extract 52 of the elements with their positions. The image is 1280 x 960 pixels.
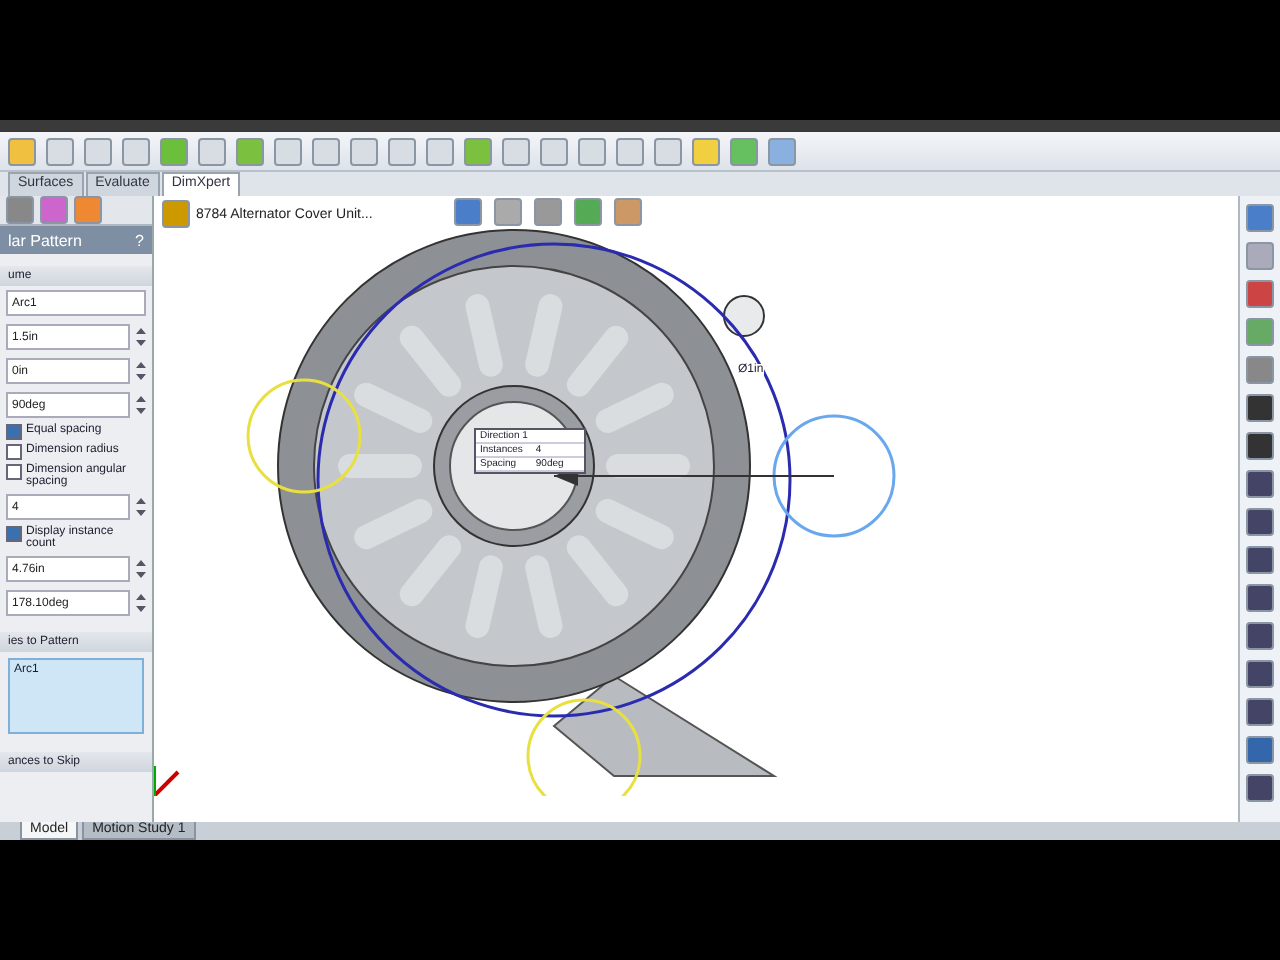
view-toolbar-icon[interactable]: [534, 198, 562, 226]
sketch-tool-icon[interactable]: [1246, 546, 1274, 574]
sketch-tool-icon[interactable]: [1246, 470, 1274, 498]
sketch-tool-icon[interactable]: [1246, 622, 1274, 650]
toolbar-icon[interactable]: [654, 137, 682, 165]
checkbox[interactable]: [6, 526, 22, 542]
spin-icon[interactable]: [136, 594, 146, 612]
sketch-tool-icon[interactable]: [1246, 584, 1274, 612]
view-toolbar-icon[interactable]: [614, 198, 642, 226]
spin-icon[interactable]: [136, 362, 146, 380]
toolbar-icon[interactable]: [350, 137, 378, 165]
sketch-tool-icon[interactable]: [1246, 736, 1274, 764]
toolbar-icon[interactable]: [388, 137, 416, 165]
spin-icon[interactable]: [136, 396, 146, 414]
sketch-tool-icon[interactable]: [1246, 508, 1274, 536]
panel-tab-icon[interactable]: [40, 196, 68, 224]
toolbar-icon[interactable]: [160, 137, 188, 165]
toolbar-icon[interactable]: [274, 137, 302, 165]
toolbar-icon[interactable]: [502, 137, 530, 165]
panel-title: lar Pattern: [8, 231, 82, 249]
toolbar-icon[interactable]: [464, 137, 492, 165]
checkbox[interactable]: [6, 444, 22, 460]
sketch-tool-icon[interactable]: [1246, 394, 1274, 422]
spin-icon[interactable]: [136, 498, 146, 516]
view-toolbar-icon[interactable]: [454, 198, 482, 226]
toolbar-icon[interactable]: [122, 137, 150, 165]
spin-icon[interactable]: [136, 560, 146, 578]
sketch-tool-icon[interactable]: [1246, 774, 1274, 802]
toolbar-icon[interactable]: [768, 137, 796, 165]
toolbar-icon[interactable]: [236, 137, 264, 165]
toolbar-icon[interactable]: [84, 137, 112, 165]
toolbar-icon[interactable]: [540, 137, 568, 165]
sketch-tool-icon[interactable]: [1246, 660, 1274, 688]
toolbar-icon[interactable]: [578, 137, 606, 165]
toolbar-icon[interactable]: [8, 137, 36, 165]
triad-icon: [154, 766, 180, 796]
sketch-tool-icon[interactable]: [1246, 432, 1274, 460]
toolbar-icon[interactable]: [730, 137, 758, 165]
toolbar-icon[interactable]: [46, 137, 74, 165]
view-toolbar-icon[interactable]: [494, 198, 522, 226]
toolbar-icon[interactable]: [616, 137, 644, 165]
checkbox[interactable]: [6, 424, 22, 440]
toolbar-icon[interactable]: [312, 137, 340, 165]
part-icon: [162, 200, 190, 228]
sketch-tool-icon[interactable]: [1246, 698, 1274, 726]
spin-icon[interactable]: [136, 328, 146, 346]
view-toolbar-icon[interactable]: [574, 198, 602, 226]
toolbar-icon[interactable]: [692, 137, 720, 165]
toolbar-icon[interactable]: [198, 137, 226, 165]
toolbar-icon[interactable]: [426, 137, 454, 165]
checkbox[interactable]: [6, 464, 22, 480]
panel-tab-icon[interactable]: [6, 196, 34, 224]
